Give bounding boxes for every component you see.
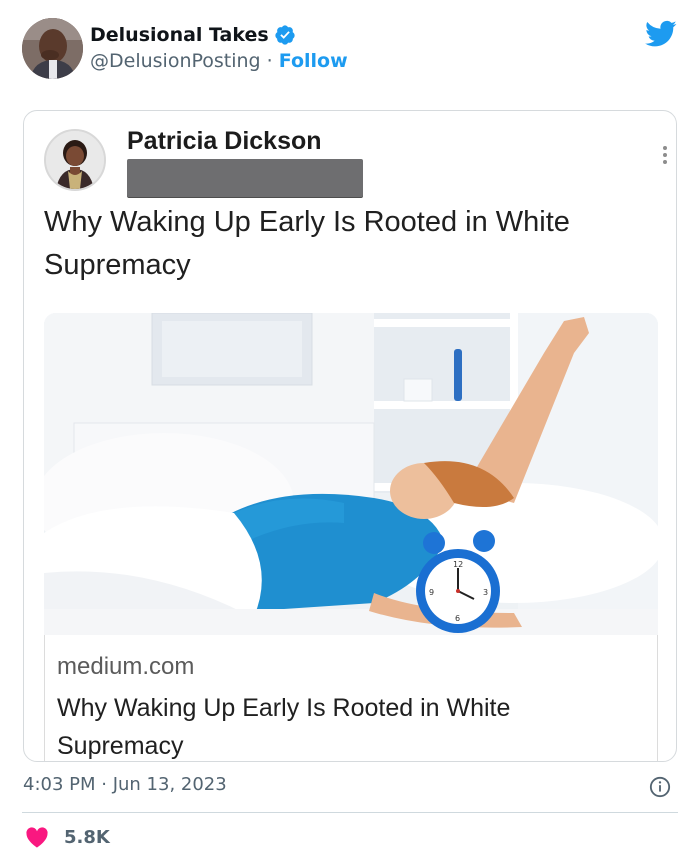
- link-domain: medium.com: [57, 653, 195, 680]
- more-vertical-icon: [658, 143, 672, 167]
- author-handle[interactable]: @DelusionPosting: [90, 50, 261, 72]
- like-action[interactable]: 5.8K: [25, 826, 110, 848]
- handle-separator: ·: [260, 50, 279, 72]
- article-photo: 12 3 6 9: [44, 313, 658, 635]
- svg-text:3: 3: [483, 588, 488, 597]
- follow-button[interactable]: Follow: [279, 50, 348, 72]
- tweet-timestamp[interactable]: 4:03 PM · Jun 13, 2023: [23, 774, 227, 795]
- author-display-name[interactable]: Delusional Takes: [90, 24, 269, 46]
- article-headline: Why Waking Up Early Is Rooted in White S…: [44, 206, 570, 281]
- inner-author-name: Patricia Dickson: [127, 127, 322, 155]
- embedded-screenshot[interactable]: Patricia Dickson Why Waking Up Early Is …: [23, 110, 677, 762]
- inner-author-avatar: [44, 129, 106, 191]
- divider: [22, 812, 678, 813]
- author-handle-row: @DelusionPosting · Follow: [90, 50, 348, 72]
- redaction-bar: [127, 159, 363, 197]
- link-card: medium.com Why Waking Up Early Is Rooted…: [44, 635, 658, 761]
- author-name-row: Delusional Takes: [90, 24, 296, 46]
- verified-badge-icon: [275, 25, 295, 45]
- svg-text:6: 6: [455, 614, 460, 623]
- like-count: 5.8K: [64, 826, 110, 848]
- twitter-bird-icon[interactable]: [645, 20, 677, 48]
- tweet-header: Delusional Takes @DelusionPosting · Foll…: [22, 16, 682, 82]
- heart-icon[interactable]: [25, 826, 49, 848]
- svg-text:9: 9: [429, 588, 434, 597]
- info-icon[interactable]: [649, 776, 671, 798]
- author-avatar[interactable]: [22, 18, 83, 79]
- svg-text:12: 12: [453, 560, 463, 569]
- screenshot-content: Patricia Dickson Why Waking Up Early Is …: [24, 111, 676, 761]
- link-title: Why Waking Up Early Is Rooted in White S…: [57, 694, 511, 760]
